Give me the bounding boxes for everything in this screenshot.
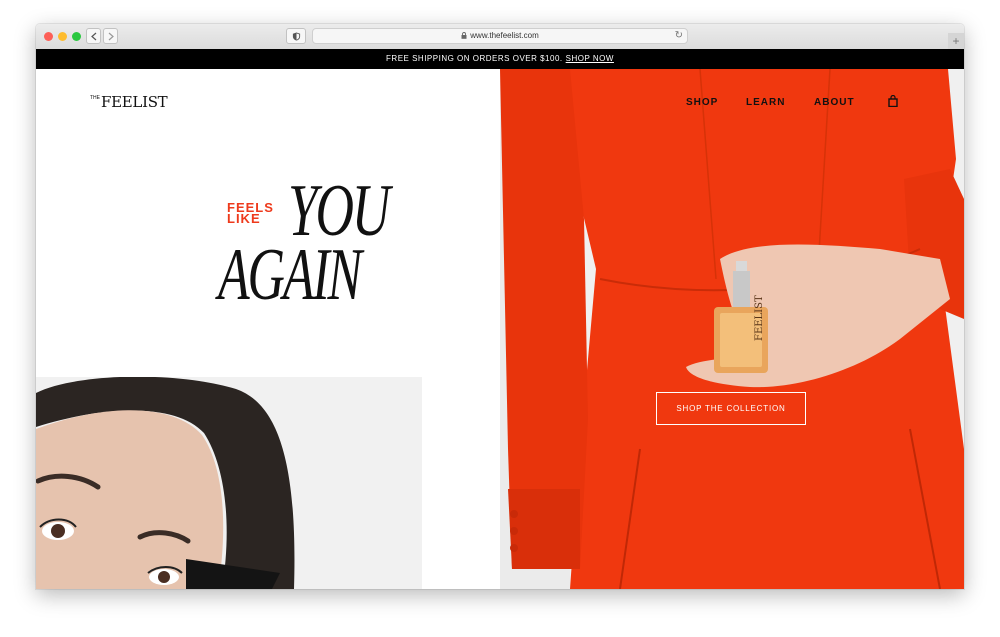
address-bar[interactable]: www.thefeelist.com ↻ [312, 28, 688, 44]
hero-left-panel: THEFEELIST FEELS LIKE YOU AGAIN [36, 69, 500, 589]
nav-about[interactable]: ABOUT [814, 97, 855, 108]
new-tab-button[interactable]: + [948, 33, 964, 49]
url-text: www.thefeelist.com [470, 31, 539, 40]
logo-small-text: THE [90, 95, 100, 101]
browser-window: www.thefeelist.com ↻ + FREE SHIPPING ON … [36, 24, 964, 589]
nav-shop[interactable]: SHOP [686, 97, 718, 108]
lock-icon [461, 32, 467, 39]
minimize-window-button[interactable] [58, 32, 67, 41]
shop-now-link[interactable]: SHOP NOW [566, 54, 614, 63]
logo-main-text: FEELIST [101, 93, 168, 111]
model-dress-image: FEELIST [500, 69, 964, 589]
hero-right-panel: FEELIST SHOP LEARN ABOUT SHOP THE COLLEC… [500, 69, 964, 589]
close-window-button[interactable] [44, 32, 53, 41]
nav-learn[interactable]: LEARN [746, 97, 785, 108]
browser-toolbar: www.thefeelist.com ↻ + [36, 24, 964, 50]
shopping-bag-icon[interactable] [888, 95, 898, 107]
forward-button[interactable] [103, 28, 118, 44]
hero-headline-line-2: AGAIN [218, 234, 362, 316]
reload-icon[interactable]: ↻ [675, 30, 683, 42]
chevron-left-icon [90, 32, 96, 41]
bottle-label: FEELIST [754, 295, 765, 341]
chevron-right-icon [108, 32, 114, 41]
site-logo[interactable]: THEFEELIST [90, 93, 168, 111]
shield-icon [292, 32, 301, 41]
hero-tagline: FEELS LIKE [227, 201, 274, 225]
portrait-illustration [36, 377, 422, 589]
back-button[interactable] [86, 28, 101, 44]
announcement-text: FREE SHIPPING ON ORDERS OVER $100. [386, 54, 563, 63]
zoom-window-button[interactable] [72, 32, 81, 41]
shop-the-collection-button[interactable]: SHOP THE COLLECTION [656, 392, 806, 425]
model-portrait-image [36, 377, 422, 589]
privacy-shield-button[interactable] [286, 28, 306, 44]
announcement-bar: FREE SHIPPING ON ORDERS OVER $100. SHOP N… [36, 49, 964, 69]
